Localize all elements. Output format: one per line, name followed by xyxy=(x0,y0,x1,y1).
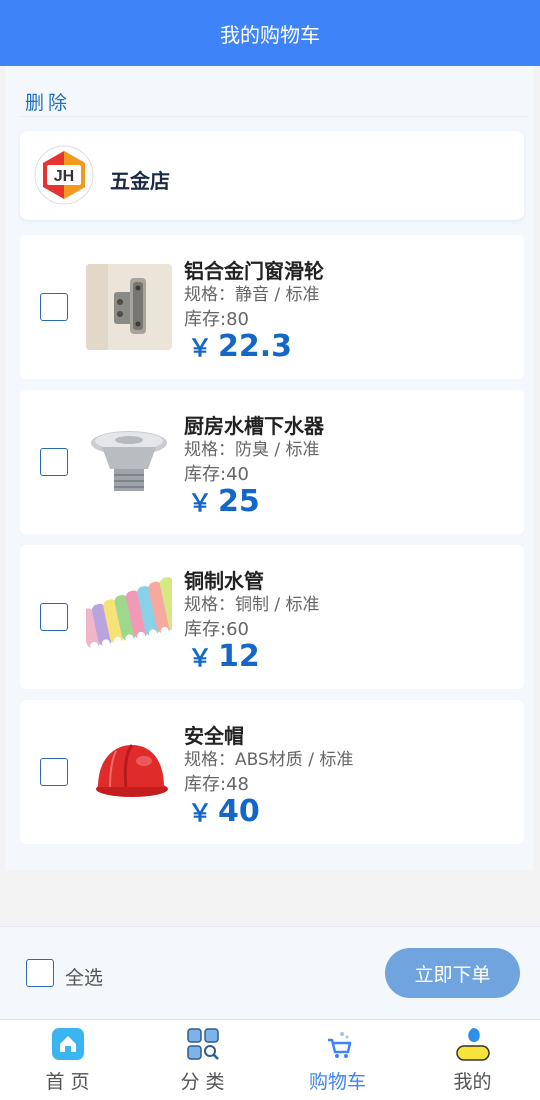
item-price: ￥ 25 xyxy=(188,483,260,519)
product-image-hinge[interactable] xyxy=(86,264,172,350)
item-spec: 规格：ABS材质 / 标准 xyxy=(184,750,354,770)
cart-toolbar: 删除 xyxy=(20,66,528,117)
item-checkbox[interactable] xyxy=(40,293,68,321)
item-price: ￥ 12 xyxy=(188,638,260,674)
store-card[interactable]: JH 五金店 xyxy=(20,131,524,220)
cart-content: 删除 JH 五金店 铝合金门窗滑轮 规格：静音 / 标准 库存:80 ￥ 22.3 xyxy=(6,66,534,870)
item-spec: 规格：防臭 / 标准 xyxy=(184,440,320,460)
currency-symbol: ￥ xyxy=(188,644,212,672)
price-value: 40 xyxy=(218,794,260,829)
tab-cart[interactable]: 购物车 xyxy=(270,1020,405,1100)
tab-label: 我的 xyxy=(453,1071,492,1093)
item-checkbox[interactable] xyxy=(40,448,68,476)
item-spec: 规格：铜制 / 标准 xyxy=(184,595,320,615)
tab-label: 首 页 xyxy=(45,1071,90,1093)
tab-label: 分 类 xyxy=(180,1071,225,1093)
delete-button[interactable]: 删除 xyxy=(25,88,71,115)
home-icon xyxy=(51,1028,84,1060)
select-all-checkbox[interactable] xyxy=(26,959,54,987)
price-value: 25 xyxy=(218,484,260,519)
profile-icon xyxy=(455,1028,490,1061)
cart-item: 铝合金门窗滑轮 规格：静音 / 标准 库存:80 ￥ 22.3 xyxy=(20,235,524,379)
item-price: ￥ 40 xyxy=(188,793,260,829)
tab-home[interactable]: 首 页 xyxy=(0,1020,135,1100)
price-value: 22.3 xyxy=(218,329,293,364)
category-icon xyxy=(186,1028,219,1060)
cart-item: 厨房水槽下水器 规格：防臭 / 标准 库存:40 ￥ 25 xyxy=(20,390,524,534)
cart-item: 安全帽 规格：ABS材质 / 标准 库存:48 ￥ 40 xyxy=(20,700,524,844)
item-price: ￥ 22.3 xyxy=(188,328,292,364)
currency-symbol: ￥ xyxy=(188,489,212,517)
page-title: 我的购物车 xyxy=(220,22,320,47)
price-value: 12 xyxy=(218,639,260,674)
tab-label: 购物车 xyxy=(308,1071,366,1093)
product-image-colored-pipes[interactable] xyxy=(86,574,172,660)
product-image-red-helmet[interactable] xyxy=(86,729,172,815)
cart-icon xyxy=(327,1032,351,1058)
bottom-tab-bar: 首 页 分 类 购物车 我的 xyxy=(0,1019,540,1100)
product-image-sink-drain[interactable] xyxy=(86,419,172,505)
cart-item: 铜制水管 规格：铜制 / 标准 库存:60 ￥ 12 xyxy=(20,545,524,689)
item-checkbox[interactable] xyxy=(40,758,68,786)
checkout-bar: 全选 立即下单 xyxy=(0,926,540,1019)
store-logo: JH xyxy=(34,145,94,205)
place-order-button[interactable]: 立即下单 xyxy=(385,948,520,998)
app-header: 我的购物车 xyxy=(0,0,540,66)
currency-symbol: ￥ xyxy=(188,334,212,362)
store-name: 五金店 xyxy=(110,169,170,193)
item-spec: 规格：静音 / 标准 xyxy=(184,285,320,305)
item-checkbox[interactable] xyxy=(40,603,68,631)
tab-profile[interactable]: 我的 xyxy=(405,1020,540,1100)
tab-category[interactable]: 分 类 xyxy=(135,1020,270,1100)
currency-symbol: ￥ xyxy=(188,799,212,827)
store-logo-text: JH xyxy=(54,168,74,185)
select-all-label[interactable]: 全选 xyxy=(65,963,103,990)
